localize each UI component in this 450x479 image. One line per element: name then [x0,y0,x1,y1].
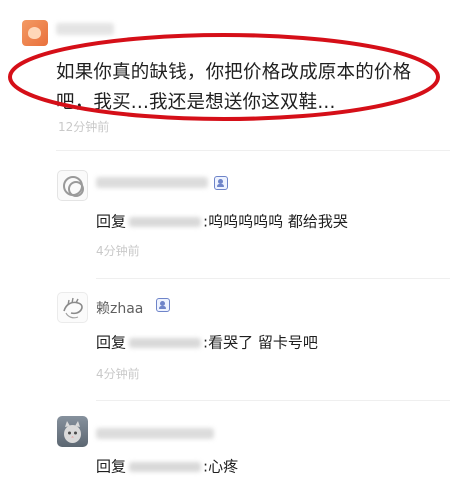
comment-thread: 如果你真的缺钱，你把价格改成原本的价格 吧，我买...我还是想送你这双鞋... … [0,0,450,479]
top-comment-avatar[interactable] [22,20,48,46]
divider-3 [96,400,450,401]
reply-2-text: 回复 :看哭了 留卡号吧 [96,333,318,352]
reply-2-time: 4分钟前 [96,367,140,381]
divider-2 [96,278,450,279]
reply-content: :看哭了 留卡号吧 [203,333,318,352]
member-badge-icon [156,298,170,312]
top-comment-time: 12分钟前 [58,120,110,134]
reply-3-text: 回复 :心疼 [96,457,238,476]
reply-content: :呜呜呜呜呜 都给我哭 [203,212,348,231]
divider-1 [56,150,450,151]
top-comment-line-2: 吧，我买...我还是想送你这双鞋... [56,92,336,113]
cat-photo-icon [64,421,81,443]
reply-prefix: 回复 [96,212,127,231]
reply-target-username[interactable] [129,216,202,227]
top-comment-username[interactable] [56,23,114,35]
reply-target-username[interactable] [129,337,202,348]
reply-target-username[interactable] [129,461,202,472]
top-comment-line-1: 如果你真的缺钱，你把价格改成原本的价格 [56,62,412,83]
reply-3-avatar[interactable] [57,416,88,447]
reply-2-username[interactable]: 赖zhaa [96,298,143,318]
reply-1-username[interactable] [96,177,208,188]
reply-3-username[interactable] [96,428,214,439]
reply-2-avatar[interactable] [57,292,88,323]
reply-prefix: 回复 [96,457,127,476]
member-badge-icon [214,176,228,190]
hand-sketch-icon [63,297,83,319]
reply-content: :心疼 [203,457,239,476]
reply-1-text: 回复 :呜呜呜呜呜 都给我哭 [96,212,348,231]
reply-prefix: 回复 [96,333,127,352]
reply-1-avatar[interactable] [57,170,88,201]
top-comment-text: 如果你真的缺钱，你把价格改成原本的价格 吧，我买...我还是想送你这双鞋... [56,58,436,118]
reply-1-time: 4分钟前 [96,244,140,258]
